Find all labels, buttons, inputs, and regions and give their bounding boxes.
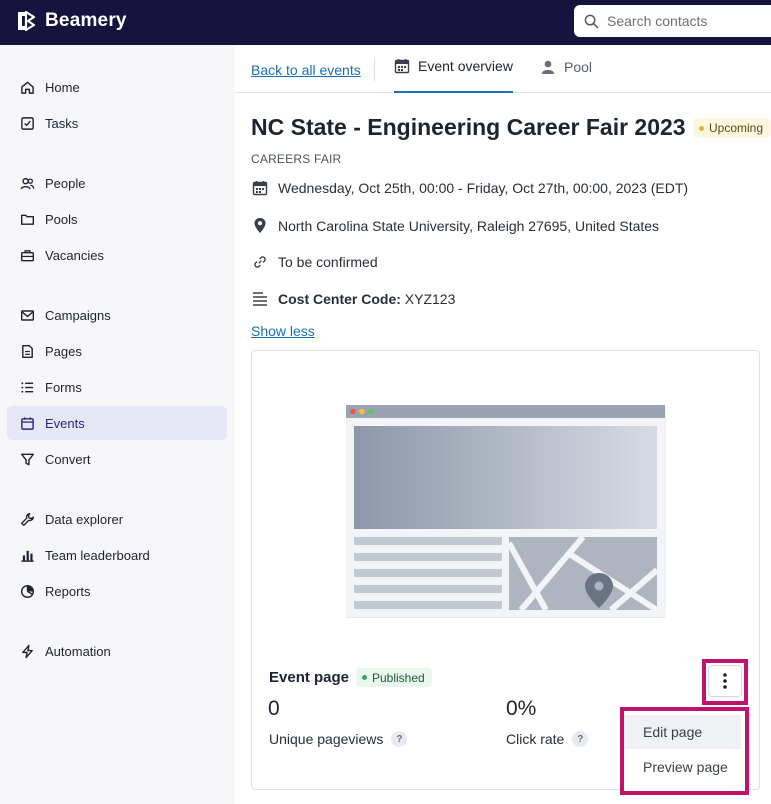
click-rate-label: Click rate	[506, 731, 565, 747]
calendar-icon	[21, 416, 34, 430]
click-rate-value: 0%	[506, 697, 537, 720]
status-badge-published: Published	[356, 668, 432, 687]
sidebar-item-label: Events	[45, 415, 85, 431]
sidebar-item-pages[interactable]: Pages	[7, 334, 227, 368]
search-input[interactable]	[607, 13, 767, 29]
kebab-icon	[723, 673, 727, 689]
sidebar-item-team-leaderboard[interactable]: Team leaderboard	[7, 538, 227, 572]
link-icon	[254, 256, 266, 268]
event-page-label: Event page	[269, 669, 350, 686]
sidebar-item-people[interactable]: People	[7, 166, 227, 200]
sidebar-item-label: Automation	[45, 643, 111, 659]
sidebar-item-label: Reports	[45, 583, 91, 599]
event-location: North Carolina State University, Raleigh…	[278, 217, 660, 234]
cost-center-value: XYZ123	[404, 291, 456, 307]
status-badge-label: Published	[372, 670, 425, 685]
main-content: Back to all events Event overview Pool N…	[235, 45, 771, 804]
tab-pool[interactable]: Pool	[540, 45, 592, 93]
sidebar-item-data-explorer[interactable]: Data explorer	[7, 502, 227, 536]
help-icon[interactable]: ?	[572, 731, 589, 747]
wrench-icon	[21, 512, 34, 526]
sidebar-item-label: Team leaderboard	[45, 547, 150, 563]
funnel-icon	[20, 453, 35, 465]
sidebar-item-reports[interactable]: Reports	[7, 574, 227, 608]
sidebar-item-convert[interactable]: Convert	[7, 442, 227, 476]
status-dot	[699, 125, 704, 131]
page-icon	[22, 344, 33, 358]
menu-item-preview-page[interactable]: Preview page	[624, 750, 741, 784]
sidebar-item-label: People	[45, 175, 86, 191]
page-preview-illustration	[346, 405, 665, 617]
sidebar: Home Tasks People Pools Vacancies Campai…	[0, 45, 235, 804]
sidebar-item-label: Tasks	[45, 115, 79, 131]
calendar-icon	[252, 181, 268, 196]
click-rate-stat: Click rate ?	[506, 731, 589, 747]
back-to-events-link[interactable]: Back to all events	[251, 62, 361, 78]
text-lines-icon	[253, 292, 267, 306]
beamery-logo-icon	[18, 10, 36, 32]
sidebar-item-forms[interactable]: Forms	[7, 370, 227, 404]
brand-name: Beamery	[45, 10, 127, 31]
person-icon	[541, 60, 555, 74]
help-icon[interactable]: ?	[391, 731, 408, 747]
top-bar: Beamery	[0, 0, 771, 45]
more-options-button[interactable]	[708, 665, 742, 697]
status-badge-label: Upcoming	[709, 121, 764, 135]
show-less-link[interactable]: Show less	[251, 323, 315, 339]
bar-chart-icon	[21, 550, 34, 562]
event-category: CAREERS FAIR	[251, 152, 342, 166]
folder-icon	[20, 214, 35, 225]
pie-chart-icon	[20, 584, 35, 598]
sidebar-item-label: Forms	[45, 379, 82, 395]
sidebar-item-tasks[interactable]: Tasks	[7, 106, 227, 140]
event-link-row: To be confirmed	[251, 254, 378, 270]
tab-divider	[374, 57, 375, 81]
event-title: NC State - Engineering Career Fair 2023	[251, 114, 686, 140]
event-link: To be confirmed	[278, 254, 378, 270]
event-location-row: North Carolina State University, Raleigh…	[251, 217, 659, 234]
sidebar-item-label: Home	[45, 79, 80, 95]
sidebar-item-automation[interactable]: Automation	[7, 634, 227, 668]
sidebar-item-label: Data explorer	[45, 511, 124, 527]
sidebar-item-vacancies[interactable]: Vacancies	[7, 238, 227, 272]
sidebar-item-home[interactable]: Home	[7, 70, 227, 104]
tab-label: Pool	[564, 59, 593, 75]
event-dates: Wednesday, Oct 25th, 00:00 - Friday, Oct…	[278, 180, 689, 196]
search-box[interactable]	[574, 5, 771, 37]
cost-center-row: Cost Center Code: XYZ123	[251, 291, 455, 307]
search-icon	[584, 14, 599, 28]
bolt-icon	[22, 644, 33, 658]
tab-event-overview[interactable]: Event overview	[394, 45, 513, 93]
event-dates-row: Wednesday, Oct 25th, 00:00 - Friday, Oct…	[251, 180, 688, 196]
mail-icon	[20, 309, 35, 321]
sidebar-item-label: Pages	[45, 343, 82, 359]
sidebar-item-label: Convert	[45, 451, 91, 467]
unique-pageviews-label: Unique pageviews	[269, 731, 384, 747]
sidebar-item-label: Vacancies	[45, 247, 105, 263]
unique-pageviews-stat: Unique pageviews ?	[269, 731, 408, 747]
people-icon	[20, 177, 35, 189]
tasks-icon	[21, 116, 34, 130]
status-dot	[362, 675, 367, 680]
cost-center-label: Cost Center Code:	[278, 291, 401, 307]
sidebar-item-label: Pools	[45, 211, 78, 227]
calendar-icon	[394, 59, 410, 74]
location-pin-icon	[254, 218, 266, 233]
status-badge-upcoming: Upcoming	[693, 118, 771, 138]
event-tabs: Back to all events Event overview Pool	[235, 45, 771, 93]
unique-pageviews-value: 0	[268, 697, 280, 720]
sidebar-item-pools[interactable]: Pools	[7, 202, 227, 236]
home-icon	[21, 81, 34, 94]
briefcase-icon	[20, 249, 35, 261]
sidebar-item-events[interactable]: Events	[7, 406, 227, 440]
list-icon	[21, 381, 34, 393]
menu-item-edit-page[interactable]: Edit page	[624, 715, 741, 749]
tab-label: Event overview	[418, 58, 513, 74]
sidebar-item-label: Campaigns	[45, 307, 111, 323]
sidebar-item-campaigns[interactable]: Campaigns	[7, 298, 227, 332]
beamery-logo[interactable]: Beamery	[14, 9, 127, 33]
